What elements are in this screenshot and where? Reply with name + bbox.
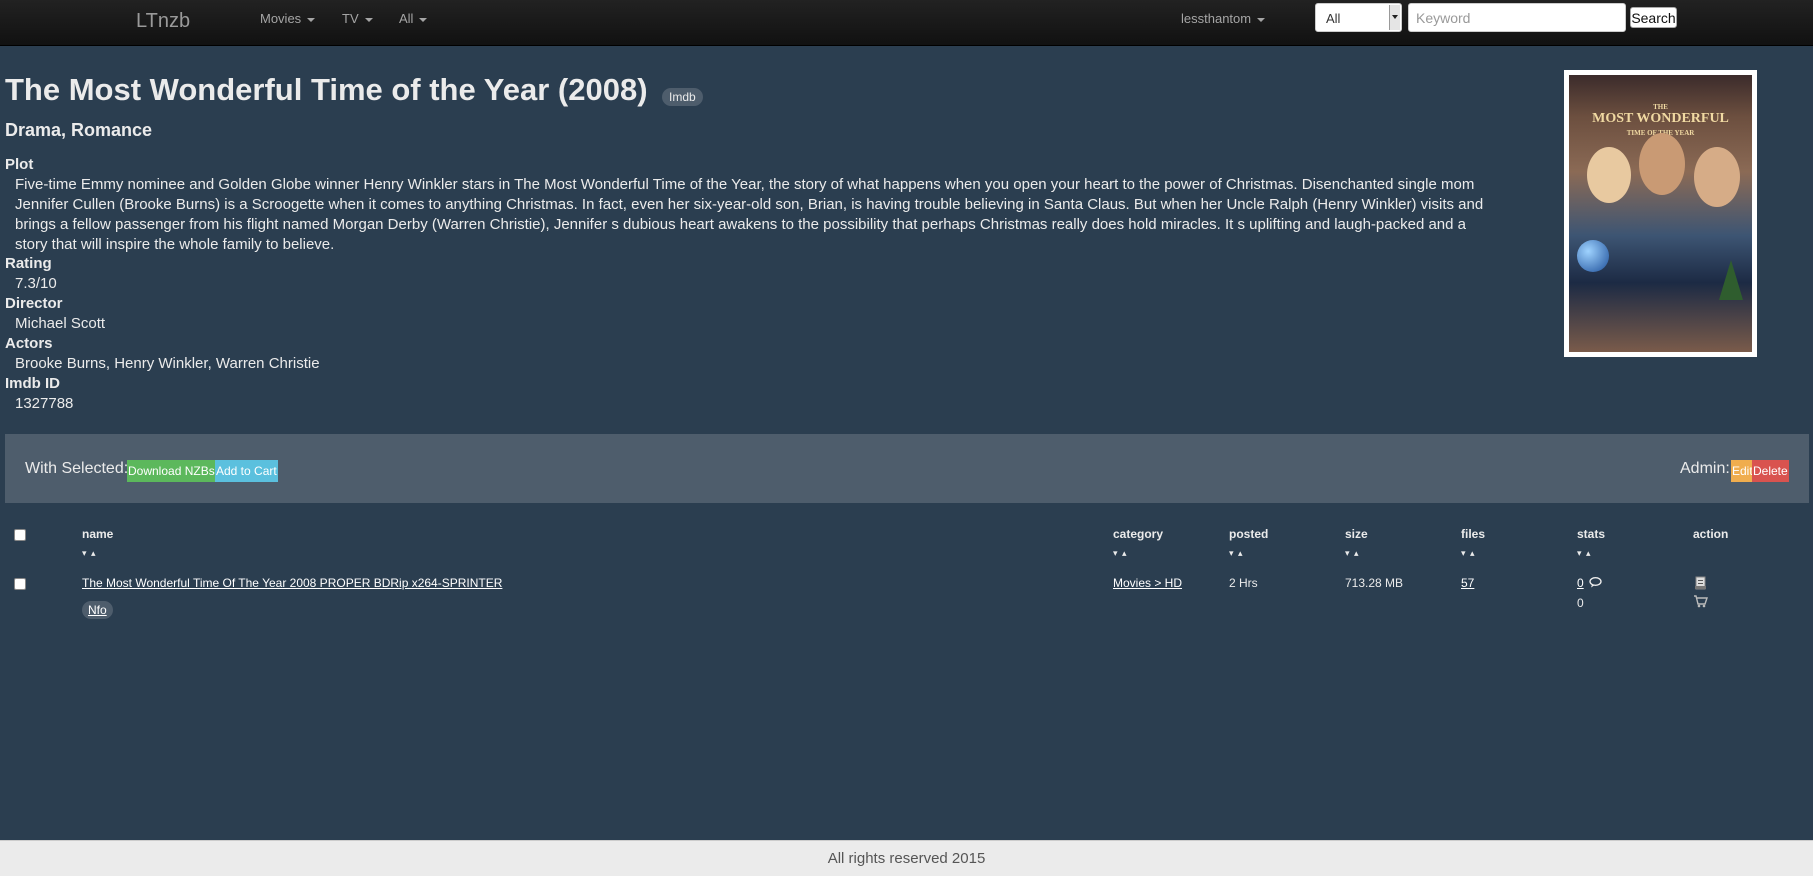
nav-menu-label: All: [399, 11, 414, 26]
col-header-stats: stats: [1577, 527, 1606, 541]
nav-menu-label: TV: [342, 11, 359, 26]
rating-value: 7.3/10: [15, 275, 57, 292]
comments-count-link[interactable]: 0: [1577, 576, 1584, 590]
imdb-id-label: Imdb ID: [5, 375, 60, 392]
edit-button[interactable]: Edit: [1731, 460, 1754, 482]
poster-tree: [1719, 260, 1743, 300]
user-menu[interactable]: lessthantom: [1181, 11, 1266, 26]
director-value: Michael Scott: [15, 315, 106, 332]
category-link[interactable]: Movies > HD: [1113, 576, 1182, 590]
nfo-badge[interactable]: Nfo: [82, 601, 113, 619]
with-selected-label: With Selected:: [25, 460, 129, 477]
actors-label: Actors: [5, 335, 53, 352]
director-label: Director: [5, 295, 63, 312]
grabs-count: 0: [1577, 596, 1584, 610]
rating-label: Rating: [5, 255, 52, 272]
imdb-link-badge[interactable]: Imdb: [662, 88, 703, 106]
download-nzb-icon[interactable]: [1694, 576, 1707, 591]
sort-size-icon[interactable]: ▾ ▴: [1345, 548, 1360, 559]
poster-face: [1587, 147, 1631, 203]
row-checkbox[interactable]: [14, 578, 26, 590]
download-nzbs-button[interactable]: Download NZBs: [127, 460, 216, 482]
poster-image: THE MOST WONDERFUL TIME OF THE YEAR: [1569, 75, 1752, 352]
sort-stats-icon[interactable]: ▾ ▴: [1577, 548, 1592, 559]
poster-ornament: [1577, 240, 1609, 272]
navbar: LTnzb Movies TV All lessthantom All Sear…: [0, 0, 1813, 46]
poster-face: [1639, 133, 1685, 195]
admin-label: Admin:: [1680, 460, 1730, 477]
col-header-files: files: [1461, 527, 1486, 541]
nav-menu-label: Movies: [260, 11, 302, 26]
caret-down-icon: [1257, 17, 1266, 22]
release-name-link[interactable]: The Most Wonderful Time Of The Year 2008…: [82, 576, 502, 590]
caret-down-icon: [307, 17, 316, 22]
search-category-select[interactable]: All: [1315, 3, 1402, 32]
search-input[interactable]: [1408, 3, 1626, 32]
delete-button[interactable]: Delete: [1752, 460, 1789, 482]
poster-title-line: MOST WONDERFUL: [1592, 111, 1729, 126]
search-button[interactable]: Search: [1630, 7, 1677, 28]
movie-poster: THE MOST WONDERFUL TIME OF THE YEAR: [1564, 70, 1757, 357]
poster-face: [1694, 147, 1740, 207]
actors-value: Brooke Burns, Henry Winkler, Warren Chri…: [15, 355, 320, 372]
sort-category-icon[interactable]: ▾ ▴: [1113, 548, 1128, 559]
footer-copyright: All rights reserved 2015: [827, 850, 986, 867]
poster-title-line: THE: [1653, 103, 1668, 111]
sort-name-icon[interactable]: ▾ ▴: [82, 548, 97, 559]
select-arrow-icon: [1389, 5, 1400, 30]
col-header-action: action: [1693, 527, 1729, 541]
add-to-cart-button[interactable]: Add to Cart: [215, 460, 278, 482]
movie-title: The Most Wonderful Time of the Year (200…: [5, 72, 648, 107]
col-header-name: name: [82, 527, 114, 541]
select-all-checkbox[interactable]: [14, 529, 26, 541]
sort-posted-icon[interactable]: ▾ ▴: [1229, 548, 1244, 559]
nav-menu-all[interactable]: All: [399, 11, 428, 26]
comment-icon: [1589, 577, 1602, 588]
movie-genres: Drama, Romance: [5, 120, 153, 140]
brand-logo[interactable]: LTnzb: [136, 10, 190, 33]
plot-label: Plot: [5, 156, 34, 173]
search-category-value: All: [1326, 11, 1341, 26]
plot-text: Five-time Emmy nominee and Golden Globe …: [15, 176, 1484, 253]
col-header-size: size: [1345, 527, 1368, 541]
sort-files-icon[interactable]: ▾ ▴: [1461, 548, 1476, 559]
cart-icon[interactable]: [1693, 595, 1708, 608]
bulk-action-bar: With Selected: Download NZBs Add to Cart…: [5, 434, 1809, 503]
col-header-posted: posted: [1229, 527, 1269, 541]
user-name: lessthantom: [1181, 11, 1252, 26]
files-link[interactable]: 57: [1461, 576, 1474, 590]
posted-value: 2 Hrs: [1229, 576, 1258, 590]
caret-down-icon: [364, 17, 373, 22]
footer: All rights reserved 2015: [0, 840, 1813, 876]
imdb-id-value: 1327788: [15, 395, 74, 412]
caret-down-icon: [419, 17, 428, 22]
nav-menu-tv[interactable]: TV: [342, 11, 373, 26]
col-header-category: category: [1113, 527, 1164, 541]
size-value: 713.28 MB: [1345, 576, 1404, 590]
nav-menu-movies[interactable]: Movies: [260, 11, 316, 26]
